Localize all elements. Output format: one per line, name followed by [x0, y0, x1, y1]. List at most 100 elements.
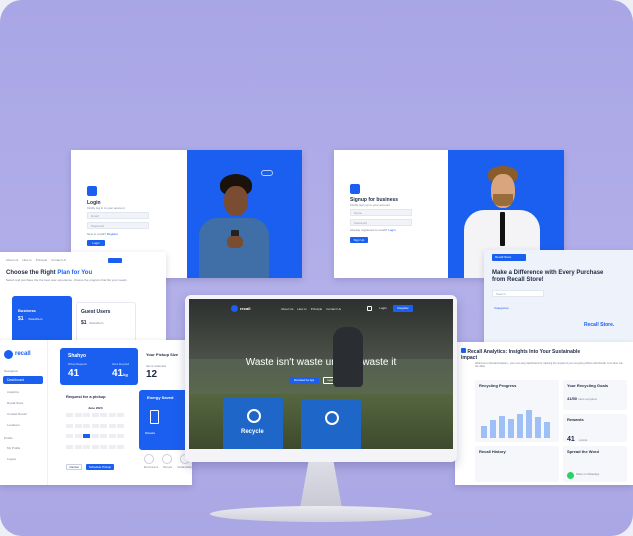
- login-hero-panel: [187, 150, 302, 278]
- sidebar-item-profile[interactable]: My Profile: [7, 446, 20, 450]
- screen-register-button[interactable]: Register: [393, 305, 413, 312]
- environment-label: Environment: [144, 466, 159, 469]
- login-password-field[interactable]: Password: [87, 222, 149, 229]
- monitor-neck: [300, 462, 342, 508]
- screen-nav-howto[interactable]: How to: [297, 307, 306, 311]
- calendar-month: June 2023: [88, 406, 103, 410]
- calendar-cell[interactable]: [83, 444, 90, 449]
- calendar-cell[interactable]: [100, 444, 107, 449]
- screen-cta-primary[interactable]: Download the App: [289, 377, 319, 384]
- calendar-cell[interactable]: [100, 434, 107, 438]
- nav-howto[interactable]: How to: [22, 258, 31, 262]
- heading-highlight: Plan for You: [57, 270, 93, 276]
- calendar-cell[interactable]: [91, 413, 99, 417]
- progress-bar: [517, 414, 523, 438]
- recycle-icon: [162, 454, 172, 464]
- store-categories: Categories: [494, 306, 509, 310]
- recycle-bin-left: Recycle: [223, 397, 283, 449]
- user-stats-card: Shahyo Pickup Requests 41 Items Recycled…: [60, 348, 138, 385]
- nav-principle[interactable]: Principle: [36, 258, 48, 262]
- whatsapp-icon[interactable]: [567, 472, 574, 479]
- progress-bar: [526, 409, 532, 438]
- monitor-screen: recall About Us How to Principle Contact…: [189, 299, 453, 449]
- login-register-prompt: New to recall? Register: [87, 232, 118, 236]
- calendar-grid[interactable]: [66, 413, 126, 453]
- dashboard-sidebar: recall Navigation Dashboard Analytics Re…: [0, 340, 48, 485]
- pricing-heading: Choose the Right Plan for You: [6, 270, 92, 277]
- sidebar-item-dashboard[interactable]: Dashboard: [3, 376, 43, 384]
- pricing-nav-button[interactable]: [108, 258, 122, 263]
- cancel-button[interactable]: Cancel: [66, 464, 82, 470]
- store-search-input[interactable]: Search: [492, 290, 544, 297]
- screen-nav-contact[interactable]: Contact Us: [326, 307, 341, 311]
- screen-logo-text: recall: [240, 306, 251, 311]
- history-panel: Recall History: [475, 446, 559, 482]
- rewards-unit: points: [579, 438, 588, 442]
- sidebar-item-locations[interactable]: Locations: [7, 423, 20, 427]
- calendar-cell[interactable]: [83, 423, 90, 428]
- calendar-cell[interactable]: [108, 413, 116, 417]
- progress-bar: [535, 417, 541, 438]
- calendar-cell[interactable]: [74, 434, 82, 438]
- analytics-title-icon: [461, 348, 466, 353]
- monitor-frame: recall About Us How to Principle Contact…: [185, 295, 457, 462]
- plan-price: $1: [18, 316, 24, 322]
- store-badge: Recall Store: [492, 254, 526, 261]
- user-name: Shahyo: [68, 353, 87, 359]
- calendar-cell[interactable]: [100, 413, 107, 417]
- calendar-cell[interactable]: [91, 444, 99, 449]
- calendar-cell[interactable]: [91, 434, 99, 438]
- signup-password-field[interactable]: Password: [350, 219, 412, 226]
- signup-login-link[interactable]: Login: [388, 228, 395, 232]
- calendar-cell[interactable]: [83, 413, 90, 417]
- login-logo: [87, 186, 97, 196]
- calendar-cell[interactable]: [66, 434, 73, 438]
- sidebar-item-contact[interactable]: Contact Recall: [7, 412, 27, 416]
- calendar-cell[interactable]: [74, 423, 82, 428]
- person-hand: [227, 236, 243, 248]
- calendar-cell[interactable]: [108, 434, 116, 438]
- login-button[interactable]: Login: [87, 240, 105, 246]
- person-beard: [493, 194, 513, 206]
- calendar-cell[interactable]: [66, 413, 73, 417]
- register-link[interactable]: Register: [107, 232, 118, 236]
- calendar-cell[interactable]: [74, 444, 82, 449]
- schedule-pickup-button[interactable]: Schedule Pickup: [86, 464, 114, 470]
- login-email-field[interactable]: Email: [87, 212, 149, 219]
- calendar-cell-selected[interactable]: [83, 434, 90, 438]
- calendar-cell[interactable]: [66, 444, 73, 449]
- pricing-subheading: Select and purchase the the best user ex…: [6, 278, 127, 282]
- nav-contact[interactable]: Contact Us: [51, 258, 66, 262]
- recall-logo: recall: [4, 350, 31, 359]
- calendar-cell[interactable]: [117, 423, 124, 428]
- calendar-cell[interactable]: [100, 423, 107, 428]
- calendar-cell[interactable]: [91, 423, 99, 428]
- calendar-cell[interactable]: [117, 413, 124, 417]
- signup-button[interactable]: Sign Up: [350, 237, 368, 243]
- profile-section-label: Profile: [4, 436, 13, 440]
- screen-nav-principle[interactable]: Principle: [311, 307, 323, 311]
- screen-nav: recall About Us How to Principle Contact…: [189, 303, 453, 315]
- plan-unit: /Scan/Item: [89, 321, 104, 325]
- whatsapp-label[interactable]: Share on WhatsApp: [576, 473, 599, 477]
- screen-headline: Waste isn't waste until we waste it: [245, 357, 397, 368]
- signup-name-field[interactable]: Name: [350, 209, 412, 216]
- screen-login-button[interactable]: Login: [375, 305, 391, 312]
- pickup-size-title: Your Pickup Size: [146, 352, 179, 357]
- stat-b-value: 41kg: [112, 368, 128, 379]
- calendar-cell[interactable]: [117, 444, 124, 449]
- calendar-cell[interactable]: [66, 423, 73, 428]
- sidebar-item-store[interactable]: Recall Store: [7, 401, 23, 405]
- screen-nav-links: About Us How to Principle Contact Us: [281, 307, 341, 311]
- nav-about[interactable]: About Us: [6, 258, 18, 262]
- screen-nav-about[interactable]: About Us: [281, 307, 293, 311]
- rewards-title: Rewards: [567, 417, 584, 422]
- screen-cart-icon[interactable]: [367, 306, 372, 311]
- sidebar-item-logout[interactable]: Logout: [7, 457, 16, 461]
- calendar-cell[interactable]: [74, 413, 82, 417]
- sidebar-item-analytics[interactable]: Analytics: [7, 390, 19, 394]
- store-heading: Make a Difference with Every Purchase fr…: [492, 270, 604, 283]
- calendar-cell[interactable]: [117, 434, 124, 438]
- calendar-cell[interactable]: [108, 423, 116, 428]
- calendar-cell[interactable]: [108, 444, 116, 449]
